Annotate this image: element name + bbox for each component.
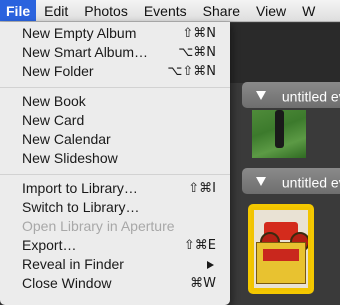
menu-item-label: Export… bbox=[22, 237, 77, 253]
menu-item-label: New Smart Album… bbox=[22, 44, 149, 60]
menu-view[interactable]: View bbox=[248, 0, 294, 21]
menu-item-shortcut: ⌘W bbox=[190, 276, 216, 291]
file-menu-dropdown: New Empty Album ⇧⌘N New Smart Album… ⌥⌘N… bbox=[0, 22, 230, 305]
menu-photos[interactable]: Photos bbox=[76, 0, 136, 21]
menu-item-new-calendar[interactable]: New Calendar bbox=[0, 130, 230, 149]
menu-item-label: Reveal in Finder bbox=[22, 256, 124, 272]
menu-item-label: Import to Library… bbox=[22, 180, 138, 196]
event-title-2: untitled ev bbox=[281, 174, 340, 191]
menu-item-shortcut: ⇧⌘N bbox=[182, 26, 216, 41]
menu-item-shortcut: ⇧⌘I bbox=[188, 181, 216, 196]
menu-item-label: New Calendar bbox=[22, 131, 111, 147]
event-title-1: untitled ev bbox=[281, 88, 340, 105]
menu-item-export[interactable]: Export… ⇧⌘E bbox=[0, 236, 230, 255]
menu-item-shortcut: ⇧⌘E bbox=[183, 238, 216, 253]
menu-item-new-folder[interactable]: New Folder ⌥⇧⌘N bbox=[0, 62, 230, 81]
selected-photo-thumbnail[interactable] bbox=[248, 204, 314, 294]
menu-item-label: New Card bbox=[22, 112, 85, 128]
menu-item-open-library-in-aperture: Open Library in Aperture bbox=[0, 217, 230, 236]
toy-box-label bbox=[263, 249, 299, 261]
menu-item-label: New Empty Album bbox=[22, 25, 137, 41]
menu-item-new-empty-album[interactable]: New Empty Album ⇧⌘N bbox=[0, 24, 230, 43]
menu-item-reveal-in-finder[interactable]: Reveal in Finder bbox=[0, 255, 230, 274]
menu-edit[interactable]: Edit bbox=[36, 0, 76, 21]
menu-item-close-window[interactable]: Close Window ⌘W bbox=[0, 274, 230, 293]
event-header-2[interactable]: untitled ev bbox=[242, 168, 340, 194]
menu-separator bbox=[0, 87, 230, 88]
toy-box bbox=[256, 242, 306, 284]
menu-item-label: Close Window bbox=[22, 275, 112, 291]
menu-item-new-slideshow[interactable]: New Slideshow bbox=[0, 149, 230, 168]
toolbar-area bbox=[230, 23, 340, 83]
menu-window[interactable]: W bbox=[294, 0, 323, 21]
menu-events[interactable]: Events bbox=[136, 0, 195, 21]
menu-item-label: New Slideshow bbox=[22, 150, 118, 166]
menu-share[interactable]: Share bbox=[195, 0, 248, 21]
photo-thumbnail-1[interactable] bbox=[252, 110, 306, 158]
menu-item-new-card[interactable]: New Card bbox=[0, 111, 230, 130]
menu-bar: File Edit Photos Events Share View W bbox=[0, 0, 340, 22]
photo-image bbox=[254, 210, 308, 288]
menu-item-switch-to-library[interactable]: Switch to Library… bbox=[0, 198, 230, 217]
event-header-1[interactable]: untitled ev bbox=[242, 82, 340, 108]
menu-item-label: New Book bbox=[22, 93, 86, 109]
menu-item-label: Switch to Library… bbox=[22, 199, 140, 215]
menu-item-new-smart-album[interactable]: New Smart Album… ⌥⌘N bbox=[0, 43, 230, 62]
disclosure-triangle-icon[interactable] bbox=[256, 90, 266, 100]
menu-item-label: New Folder bbox=[22, 63, 94, 79]
menu-file[interactable]: File bbox=[0, 0, 37, 21]
menu-separator bbox=[0, 174, 230, 175]
menu-item-shortcut: ⌥⌘N bbox=[178, 45, 216, 60]
submenu-arrow-icon bbox=[207, 261, 214, 269]
menu-item-shortcut: ⌥⇧⌘N bbox=[167, 64, 216, 79]
menu-item-label: Open Library in Aperture bbox=[22, 218, 175, 234]
disclosure-triangle-icon[interactable] bbox=[256, 176, 266, 186]
menu-item-import-to-library[interactable]: Import to Library… ⇧⌘I bbox=[0, 179, 230, 198]
menu-item-new-book[interactable]: New Book bbox=[0, 92, 230, 111]
photo-subject bbox=[275, 110, 284, 148]
